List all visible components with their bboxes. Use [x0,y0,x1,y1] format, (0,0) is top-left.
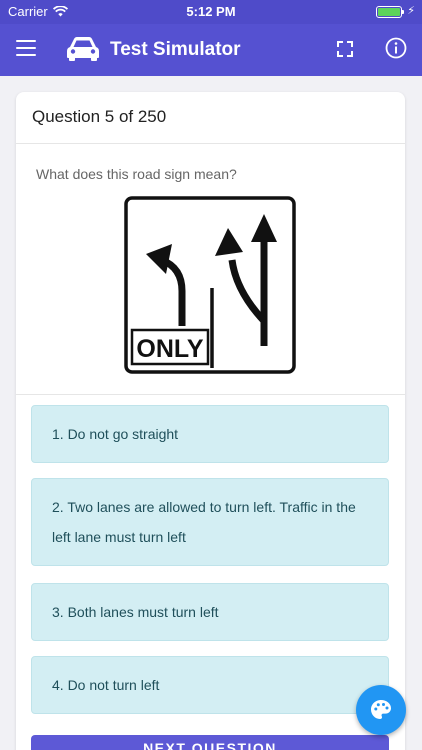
answer-option-2[interactable]: 2. Two lanes are allowed to turn left. T… [31,478,389,566]
question-card: Question 5 of 250 What does this road si… [16,92,405,750]
theme-button[interactable] [356,685,406,735]
question-prompt: What does this road sign mean? [36,166,237,182]
battery-icon [376,6,404,18]
palette-icon [371,700,391,719]
next-question-button[interactable]: NEXT QUESTION [31,735,389,750]
status-bar: Carrier 5:12 PM ⚡ [0,0,422,24]
app-title: Test Simulator [110,39,241,60]
sign-only-text: ONLY [136,335,203,363]
car-icon [67,37,99,61]
road-sign-image: ONLY [124,196,296,374]
status-time: 5:12 PM [186,4,236,19]
app-header: Test Simulator [0,24,422,76]
answer-option-1[interactable]: 1. Do not go straight [31,405,389,463]
expand-icon[interactable] [336,40,354,58]
divider [16,394,405,395]
answer-option-3[interactable]: 3. Both lanes must turn left [31,583,389,641]
answer-option-4[interactable]: 4. Do not turn left [31,656,389,714]
menu-icon[interactable] [16,40,36,56]
question-counter: Question 5 of 250 [16,92,405,144]
charging-icon: ⚡ [407,5,415,17]
info-icon[interactable] [385,37,407,59]
